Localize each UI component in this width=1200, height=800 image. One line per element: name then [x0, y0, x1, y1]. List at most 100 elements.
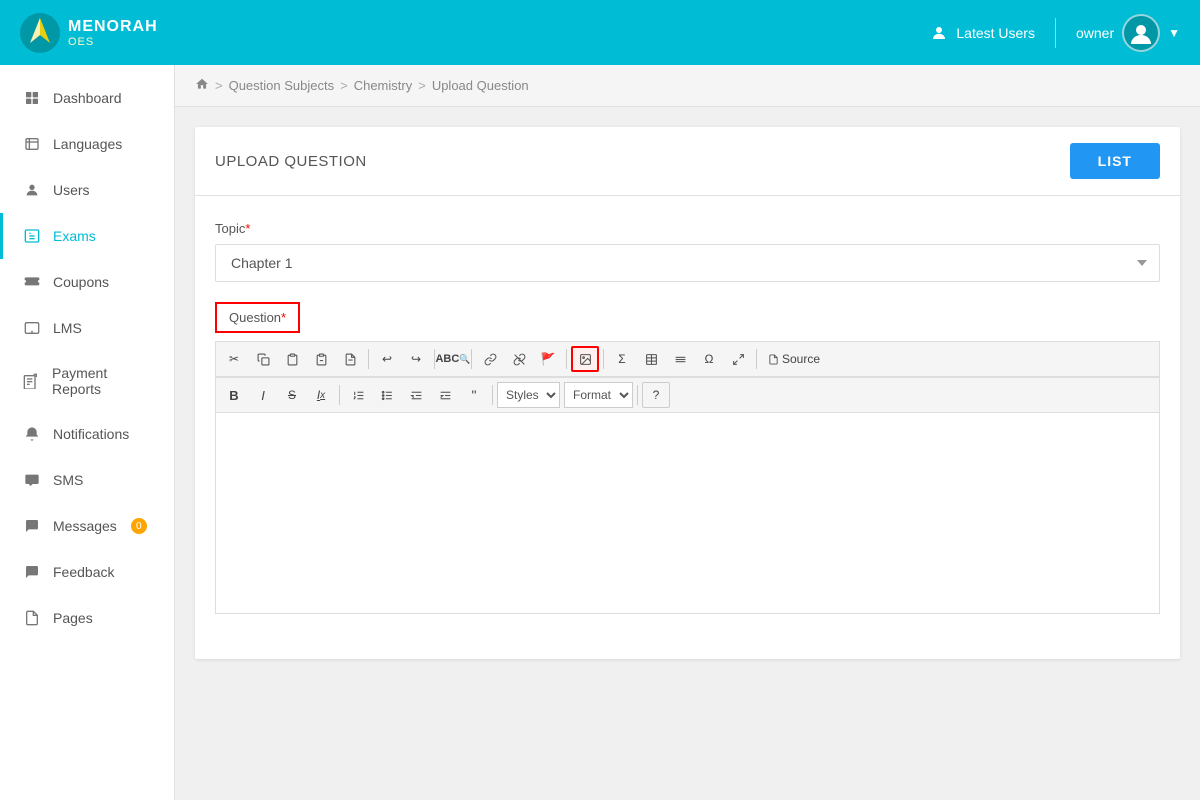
- lms-icon: [23, 319, 41, 337]
- form-content: Topic* Chapter 1 Question*: [195, 196, 1180, 659]
- sidebar-item-sms[interactable]: SMS: [0, 457, 174, 503]
- sidebar-item-lms[interactable]: LMS: [0, 305, 174, 351]
- page-title: UPLOAD QUESTION: [215, 153, 367, 170]
- toolbar-strikethrough-button[interactable]: S: [278, 382, 306, 408]
- breadcrumb-sep-1: >: [215, 78, 223, 93]
- topic-form-group: Topic* Chapter 1: [215, 221, 1160, 282]
- pages-icon: [23, 609, 41, 627]
- toolbar-sep-3: [471, 349, 472, 369]
- sidebar-item-coupons[interactable]: Coupons: [0, 259, 174, 305]
- content-box: UPLOAD QUESTION LIST Topic* Chapter 1: [195, 127, 1180, 659]
- layout: Dashboard Languages Users Exams Coupons: [0, 65, 1200, 800]
- editor-container: ✂: [215, 341, 1160, 614]
- list-button[interactable]: LIST: [1070, 143, 1160, 179]
- sidebar: Dashboard Languages Users Exams Coupons: [0, 65, 175, 800]
- toolbar-image-button[interactable]: [571, 346, 599, 372]
- sidebar-item-feedback[interactable]: Feedback: [0, 549, 174, 595]
- toolbar-indent-button[interactable]: [431, 382, 459, 408]
- header-divider: [1055, 18, 1056, 48]
- toolbar-source-button[interactable]: Source: [761, 346, 827, 372]
- topic-select[interactable]: Chapter 1: [215, 244, 1160, 282]
- notifications-icon: [23, 425, 41, 443]
- topic-label: Topic*: [215, 221, 1160, 236]
- sidebar-item-payment-reports-label: Payment Reports: [52, 365, 154, 397]
- toolbar-anchor-button[interactable]: 🚩: [534, 346, 562, 372]
- breadcrumb-sep-2: >: [340, 78, 348, 93]
- breadcrumb-sep-3: >: [418, 78, 426, 93]
- dashboard-icon: [23, 89, 41, 107]
- sidebar-item-users-label: Users: [53, 182, 90, 198]
- breadcrumb-chemistry[interactable]: Chemistry: [354, 78, 413, 93]
- toolbar-unlink-button[interactable]: [505, 346, 533, 372]
- toolbar-help-button[interactable]: ?: [642, 382, 670, 408]
- toolbar-maximize-button[interactable]: [724, 346, 752, 372]
- sidebar-item-languages[interactable]: Languages: [0, 121, 174, 167]
- users-icon: [930, 24, 948, 42]
- user-info: owner ▼: [1076, 14, 1180, 52]
- breadcrumb-current: Upload Question: [432, 78, 529, 93]
- toolbar-specialchar-button[interactable]: Ω: [695, 346, 723, 372]
- toolbar-sep-5: [603, 349, 604, 369]
- coupons-icon: [23, 273, 41, 291]
- editor-toolbar-2: B I S Ix: [216, 377, 1159, 413]
- toolbar-paste-plain-button[interactable]: [307, 346, 335, 372]
- breadcrumb: > Question Subjects > Chemistry > Upload…: [175, 65, 1200, 107]
- toolbar-styles-select[interactable]: Styles: [497, 382, 560, 408]
- toolbar-redo-button[interactable]: ↪: [402, 346, 430, 372]
- avatar[interactable]: [1122, 14, 1160, 52]
- toolbar-sep-4: [566, 349, 567, 369]
- messages-badge: 0: [131, 518, 147, 534]
- logo-title: MENORAH: [68, 18, 158, 36]
- logo-text: MENORAH OES: [68, 18, 158, 48]
- messages-icon: [23, 517, 41, 535]
- user-menu-chevron[interactable]: ▼: [1168, 26, 1180, 40]
- sidebar-item-feedback-label: Feedback: [53, 564, 114, 580]
- sidebar-item-pages-label: Pages: [53, 610, 93, 626]
- toolbar-sep-7: [339, 385, 340, 405]
- toolbar-paste-word-button[interactable]: [336, 346, 364, 372]
- toolbar-formula-button[interactable]: Σ: [608, 346, 636, 372]
- toolbar-bold-button[interactable]: B: [220, 382, 248, 408]
- logo-icon: [20, 13, 60, 53]
- toolbar-outdent-button[interactable]: [402, 382, 430, 408]
- sidebar-item-dashboard[interactable]: Dashboard: [0, 75, 174, 121]
- toolbar-removeformat-button[interactable]: Ix: [307, 382, 335, 408]
- toolbar-paste-button[interactable]: [278, 346, 306, 372]
- avatar-icon: [1128, 20, 1154, 46]
- question-form-group: Question* ✂: [215, 302, 1160, 614]
- feedback-icon: [23, 563, 41, 581]
- toolbar-italic-button[interactable]: I: [249, 382, 277, 408]
- toolbar-undo-button[interactable]: ↩: [373, 346, 401, 372]
- toolbar-row-2: B I S Ix: [220, 382, 670, 408]
- toolbar-sep-8: [492, 385, 493, 405]
- toolbar-copy-button[interactable]: [249, 346, 277, 372]
- toolbar-cut-button[interactable]: ✂: [220, 346, 248, 372]
- latest-users-button[interactable]: Latest Users: [930, 24, 1035, 42]
- logo-sub: OES: [68, 36, 158, 48]
- sidebar-item-users[interactable]: Users: [0, 167, 174, 213]
- sidebar-item-coupons-label: Coupons: [53, 274, 109, 290]
- toolbar-find-button[interactable]: ABC🔍: [439, 346, 467, 372]
- sidebar-item-notifications[interactable]: Notifications: [0, 411, 174, 457]
- sidebar-item-messages-label: Messages: [53, 518, 117, 534]
- toolbar-sep-1: [368, 349, 369, 369]
- toolbar-unorderedlist-button[interactable]: [373, 382, 401, 408]
- editor-body[interactable]: [216, 413, 1159, 613]
- breadcrumb-home-icon[interactable]: [195, 77, 209, 94]
- toolbar-blockquote-button[interactable]: ": [460, 382, 488, 408]
- sidebar-item-exams[interactable]: Exams: [0, 213, 174, 259]
- toolbar-hrule-button[interactable]: [666, 346, 694, 372]
- sidebar-item-notifications-label: Notifications: [53, 426, 129, 442]
- toolbar-table-button[interactable]: [637, 346, 665, 372]
- sidebar-item-pages[interactable]: Pages: [0, 595, 174, 641]
- toolbar-row-1: ✂: [220, 346, 827, 372]
- toolbar-sep-9: [637, 385, 638, 405]
- sidebar-item-messages[interactable]: Messages 0: [0, 503, 174, 549]
- sidebar-item-payment-reports[interactable]: Payment Reports: [0, 351, 174, 411]
- editor-toolbar-1: ✂: [216, 342, 1159, 377]
- toolbar-format-select[interactable]: Format: [564, 382, 633, 408]
- toolbar-link-button[interactable]: [476, 346, 504, 372]
- toolbar-orderedlist-button[interactable]: [344, 382, 372, 408]
- breadcrumb-question-subjects[interactable]: Question Subjects: [229, 78, 335, 93]
- sms-icon: [23, 471, 41, 489]
